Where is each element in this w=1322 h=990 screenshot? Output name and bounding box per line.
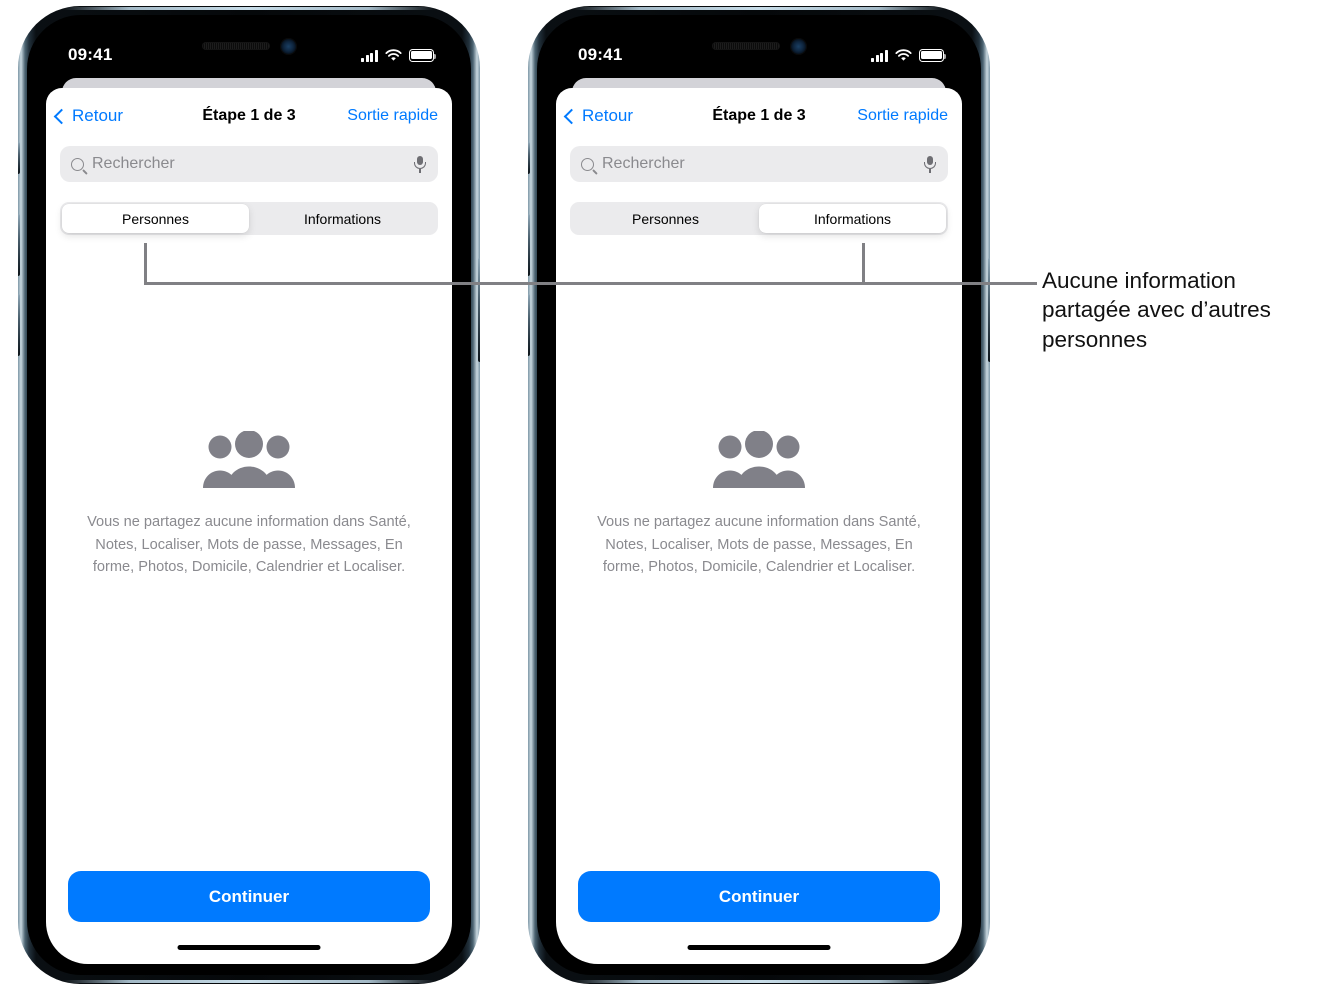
screenshot-stage: 09:41 Retour Étape 1 de 3 Sortie rapide … bbox=[0, 0, 1322, 990]
modal-sheet: Retour Étape 1 de 3 Sortie rapide Recher… bbox=[46, 88, 452, 964]
frame-highlight-top bbox=[572, 7, 946, 10]
status-bar-clock: 09:41 bbox=[578, 45, 623, 64]
phone-right: 09:41 Retour Étape 1 de 3 Sortie rapide … bbox=[528, 0, 990, 990]
phone-screen: 09:41 Retour Étape 1 de 3 Sortie rapide … bbox=[38, 26, 460, 964]
back-button-label: Retour bbox=[72, 106, 124, 125]
battery-icon bbox=[409, 49, 437, 62]
frame-highlight-top bbox=[62, 7, 436, 10]
status-bar-clock: 09:41 bbox=[68, 45, 113, 64]
power-button[interactable] bbox=[478, 258, 480, 362]
volume-down-button[interactable] bbox=[18, 294, 20, 356]
status-bar-icons bbox=[870, 48, 947, 62]
search-placeholder: Rechercher bbox=[602, 155, 685, 172]
silent-switch-button[interactable] bbox=[528, 142, 530, 174]
callout-riser-left bbox=[144, 243, 147, 285]
people-group-icon bbox=[203, 430, 295, 488]
phone-screen: 09:41 Retour Étape 1 de 3 Sortie rapide … bbox=[548, 26, 970, 964]
empty-state-message: Vous ne partagez aucune information dans… bbox=[597, 513, 921, 576]
empty-state-message: Vous ne partagez aucune information dans… bbox=[87, 513, 411, 576]
battery-icon bbox=[919, 49, 947, 62]
callout-riser-right bbox=[862, 243, 865, 285]
chevron-left-icon bbox=[53, 108, 70, 124]
search-icon bbox=[581, 157, 594, 171]
status-bar: 09:41 bbox=[548, 26, 970, 72]
empty-state: Vous ne partagez aucune information dans… bbox=[46, 235, 452, 871]
wifi-icon bbox=[895, 48, 912, 61]
quick-exit-button[interactable]: Sortie rapide bbox=[857, 107, 948, 125]
quick-exit-button[interactable]: Sortie rapide bbox=[347, 107, 438, 125]
phone-left: 09:41 Retour Étape 1 de 3 Sortie rapide … bbox=[18, 0, 480, 990]
tab-personnes[interactable]: Personnes bbox=[62, 204, 249, 233]
empty-state: Vous ne partagez aucune information dans… bbox=[556, 235, 962, 871]
search-icon bbox=[71, 157, 84, 171]
home-indicator[interactable] bbox=[177, 944, 321, 950]
volume-up-button[interactable] bbox=[18, 214, 20, 276]
signal-bars-icon bbox=[360, 49, 378, 62]
tab-informations[interactable]: Informations bbox=[249, 204, 436, 233]
continue-button[interactable]: Continuer bbox=[68, 871, 430, 922]
home-indicator[interactable] bbox=[687, 944, 831, 950]
search-input[interactable]: Rechercher bbox=[60, 146, 438, 182]
status-bar-icons bbox=[360, 48, 437, 62]
search-placeholder: Rechercher bbox=[92, 155, 175, 172]
frame-highlight-bottom bbox=[62, 980, 436, 983]
callout-label: Aucune information partagée avec d’autre… bbox=[1042, 268, 1271, 352]
wifi-icon bbox=[385, 48, 402, 61]
callout-leader-line bbox=[144, 282, 1037, 285]
microphone-icon[interactable] bbox=[413, 155, 427, 173]
cta-container: Continuer bbox=[46, 871, 452, 964]
back-button[interactable]: Retour bbox=[53, 106, 124, 126]
power-button[interactable] bbox=[988, 258, 990, 362]
back-button[interactable]: Retour bbox=[563, 106, 634, 126]
status-bar: 09:41 bbox=[38, 26, 460, 72]
continue-button[interactable]: Continuer bbox=[578, 871, 940, 922]
tab-personnes[interactable]: Personnes bbox=[572, 204, 759, 233]
tab-informations[interactable]: Informations bbox=[759, 204, 946, 233]
microphone-icon[interactable] bbox=[923, 155, 937, 173]
navigation-bar: Retour Étape 1 de 3 Sortie rapide bbox=[46, 88, 452, 144]
back-button-label: Retour bbox=[582, 106, 634, 125]
frame-highlight-bottom bbox=[572, 980, 946, 983]
segmented-control[interactable]: Personnes Informations bbox=[60, 202, 438, 235]
search-input[interactable]: Rechercher bbox=[570, 146, 948, 182]
people-group-icon bbox=[713, 430, 805, 488]
volume-up-button[interactable] bbox=[528, 214, 530, 276]
signal-bars-icon bbox=[870, 49, 888, 62]
volume-down-button[interactable] bbox=[528, 294, 530, 356]
modal-sheet: Retour Étape 1 de 3 Sortie rapide Recher… bbox=[556, 88, 962, 964]
silent-switch-button[interactable] bbox=[18, 142, 20, 174]
navigation-bar: Retour Étape 1 de 3 Sortie rapide bbox=[556, 88, 962, 144]
segmented-control[interactable]: Personnes Informations bbox=[570, 202, 948, 235]
cta-container: Continuer bbox=[556, 871, 962, 964]
chevron-left-icon bbox=[563, 108, 580, 124]
